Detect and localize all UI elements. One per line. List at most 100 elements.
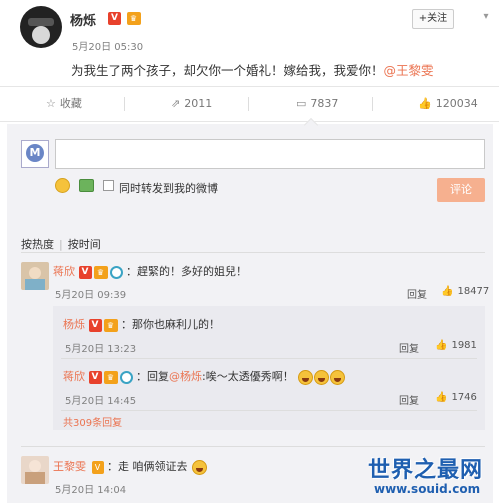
sort-divider: | [59,238,63,251]
shoulders-shape [25,279,45,290]
share-checkbox-label: 同时转发到我的微博 [119,182,218,195]
user-logo-icon: M [26,144,44,162]
site-watermark: 世界之最网 www.souid.com [368,452,496,500]
comment-input[interactable] [55,139,485,169]
post-action-bar: ☆ 收藏 ⇗ 2011 ▭ 7837 👍 120034 [0,86,499,122]
comment-row: 王黎雯 V ：走 咱俩领证去 [53,458,207,475]
author-avatar[interactable] [20,6,62,48]
vip-level-icon: ♛ [103,370,118,384]
thumbs-up-icon: 👍 [435,392,448,403]
comment-like-count: 18477 [457,286,490,297]
laugh-emoji-icon [298,369,314,385]
reply-text: ：那你也麻利儿的！ [121,318,220,331]
forward-icon: ⇗ [171,97,181,110]
follow-button[interactable]: +关注 [412,9,454,29]
share-checkbox[interactable] [103,180,114,191]
reply-divider [61,410,477,411]
comment-button[interactable]: ▭ 7837 [296,87,338,121]
comment-icon: ▭ [296,97,307,110]
sort-tabs: 按热度 | 按时间 [21,236,101,252]
tab-sort-time[interactable]: 按时间 [68,238,101,251]
vip-level-icon: ♛ [93,265,108,279]
reply-row: 蒋欣 V ♛ ：回复@杨烁:唉～太透優秀啊！ [63,368,346,385]
reply-like-count: 1981 [451,340,477,351]
replies-box: 杨烁 V ♛ ：那你也麻利儿的！ 5月20日 13:23 回复 👍 1981 蒋欣 … [53,306,485,430]
reply-like-button[interactable]: 👍 1746 [435,392,477,403]
laugh-emoji-icon [192,459,207,475]
post-body: 为我生了两个孩子，却欠你一个婚礼！嫁给我，我爱你！@王黎雯 [71,60,434,79]
commenter-name[interactable]: 王黎雯 [53,460,86,473]
reply-text-prefix: ：回复 [136,370,169,383]
author-name[interactable]: 杨烁 [70,10,96,29]
image-icon[interactable] [79,179,94,192]
author-badges: V ♛ [108,11,141,25]
current-user-avatar[interactable]: M [21,140,49,168]
comment-count: 7837 [310,97,339,110]
comment-row: 蒋欣 V ♛ ：趕緊的！多好的姐兒！ [53,263,247,279]
post-text: 为我生了两个孩子，却欠你一个婚礼！嫁给我，我爱你！ [71,63,384,78]
verified-icon: V [78,265,92,279]
chevron-down-icon[interactable]: ▾ [478,9,494,25]
reply-button[interactable]: 回复 [399,340,419,355]
more-replies-link[interactable]: 共309条回复 [63,414,122,429]
comment-divider [21,446,485,447]
thumbs-up-icon: 👍 [441,286,454,297]
sort-divider-line [21,252,485,253]
emoji-icon[interactable] [55,178,70,193]
favorite-label: 收藏 [59,97,82,110]
comment-like-button[interactable]: 👍 18477 [441,286,489,297]
forward-count: 2011 [184,97,213,110]
post-mention-link[interactable]: @王黎雯 [384,63,434,78]
medal-icon [109,265,123,279]
replier-name[interactable]: 杨烁 [63,318,85,331]
laugh-emoji-icon [330,369,346,385]
verified-icon: V [88,370,102,384]
vip-level-icon: ♛ [126,11,141,25]
comment-timestamp: 5月20日 14:04 [55,485,127,496]
action-divider [248,97,249,111]
reply-text: :唉～太透優秀啊！ [202,370,294,383]
reply-like-count: 1746 [451,392,477,403]
reply-timestamp: 5月20日 14:45 [65,396,137,407]
weibo-post: 杨烁 V ♛ 5月20日 05:30 +关注 ▾ 为我生了两个孩子，却欠你一个婚… [0,0,499,85]
watermark-title: 世界之最网 [368,458,484,483]
comments-panel: M 同时转发到我的微博 评论 按热度 | 按时间 蒋欣 V ♛ ：趕緊的！多好的姐兒！… [7,124,493,503]
action-divider [372,97,373,111]
reply-like-button[interactable]: 👍 1981 [435,340,477,351]
thumbs-up-icon: 👍 [435,340,448,351]
reply-timestamp: 5月20日 13:23 [65,344,137,355]
action-divider [124,97,125,111]
sunglasses-shape [28,18,54,26]
comment-text: ：走 咱俩领证去 [107,460,188,473]
reply-button[interactable]: 回复 [407,286,427,301]
submit-comment-button[interactable]: 评论 [437,178,485,202]
replier-name[interactable]: 蒋欣 [63,370,85,383]
watermark-url: www.souid.com [374,482,481,496]
thumbs-up-icon: 👍 [418,97,432,110]
comment-timestamp: 5月20日 09:39 [55,290,127,301]
commenter-avatar[interactable] [21,262,49,290]
like-count: 120034 [435,97,478,110]
face-shape [29,460,41,472]
reply-button[interactable]: 回复 [399,392,419,407]
like-button[interactable]: 👍 120034 [418,87,478,121]
forward-button[interactable]: ⇗ 2011 [171,87,212,121]
reply-row: 杨烁 V ♛ ：那你也麻利儿的！ [63,316,220,332]
laugh-emoji-icon [314,369,330,385]
verified-yellow-icon: V [91,460,104,474]
face-shape [29,267,41,279]
vip-level-icon: ♛ [103,318,118,332]
commenter-name[interactable]: 蒋欣 [53,265,75,278]
verified-icon: V [108,11,121,25]
verified-icon: V [88,318,102,332]
comment-text: ：趕緊的！多好的姐兒！ [126,265,247,278]
reply-mention-link[interactable]: @杨烁 [169,370,202,383]
shoulders-shape [25,472,45,484]
post-timestamp[interactable]: 5月20日 05:30 [72,38,143,53]
favorite-button[interactable]: ☆ 收藏 [46,87,82,121]
commenter-avatar[interactable] [21,456,49,484]
star-icon: ☆ [46,97,56,110]
tab-sort-hot[interactable]: 按热度 [21,238,54,251]
face-shape [32,26,50,44]
reply-divider [61,358,477,359]
